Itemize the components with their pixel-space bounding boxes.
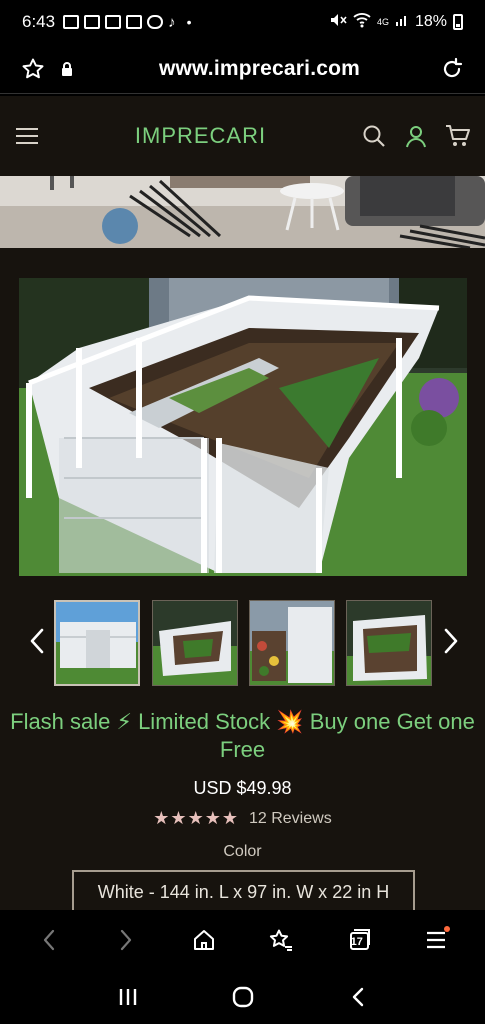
review-count[interactable]: 12 Reviews xyxy=(249,810,332,828)
reload-icon[interactable] xyxy=(439,56,465,82)
hero-banner-image xyxy=(0,176,485,248)
system-nav-bar xyxy=(0,970,485,1024)
notification-icon xyxy=(105,15,122,29)
thumbnail-1[interactable] xyxy=(54,600,140,686)
back-icon[interactable] xyxy=(29,920,69,960)
variant-selected-value: White - 144 in. L x 97 in. W x 22 in H xyxy=(97,881,390,902)
notification-icon xyxy=(84,15,101,29)
notification-icon xyxy=(63,15,80,29)
chevron-left-icon[interactable] xyxy=(26,626,50,656)
browser-toolbar: 17 xyxy=(0,910,485,970)
thumbnail-2[interactable] xyxy=(152,600,238,686)
thumbnail-gallery xyxy=(0,600,485,686)
url-text[interactable]: www.imprecari.com xyxy=(80,57,439,81)
cloud-icon xyxy=(147,15,164,29)
rating-summary[interactable]: ★★★★★ 12 Reviews xyxy=(0,808,485,829)
status-time: 6:43 xyxy=(22,12,56,31)
chevron-right-icon[interactable] xyxy=(438,626,462,656)
cart-icon[interactable] xyxy=(445,123,471,149)
browser-url-bar: www.imprecari.com xyxy=(0,44,485,94)
notification-icons: ♪ • xyxy=(63,13,192,31)
site-header: IMPRECARI xyxy=(0,96,485,176)
tiktok-icon: ♪ xyxy=(168,13,176,31)
search-icon[interactable] xyxy=(361,123,387,149)
battery-percent: 18% xyxy=(414,13,447,30)
recent-apps-icon[interactable] xyxy=(108,977,148,1017)
thumbnail-4[interactable] xyxy=(346,600,432,686)
product-main-image[interactable] xyxy=(19,278,467,576)
home-circle-icon[interactable] xyxy=(223,977,263,1017)
thumbnail-3[interactable] xyxy=(249,600,335,686)
forward-icon[interactable] xyxy=(106,920,146,960)
rating-stars: ★★★★★ xyxy=(153,808,239,828)
signal-icon xyxy=(395,13,409,32)
variant-selector[interactable]: White - 144 in. L x 97 in. W x 22 in H xyxy=(72,870,415,914)
tab-count: 17 xyxy=(350,936,363,948)
status-bar: 6:43 ♪ • 4G 18% xyxy=(0,0,485,44)
home-icon[interactable] xyxy=(184,920,224,960)
system-back-icon[interactable] xyxy=(338,977,378,1017)
lock-icon[interactable] xyxy=(54,56,80,82)
more-menu-icon[interactable] xyxy=(416,920,456,960)
battery-icon xyxy=(453,14,463,30)
notification-icon xyxy=(126,15,143,29)
color-option-label: Color xyxy=(223,843,262,860)
notification-dot xyxy=(444,926,451,932)
promo-text: Flash sale ⚡ Limited Stock 💥 Buy one Get… xyxy=(10,709,475,762)
mute-icon xyxy=(329,12,347,33)
site-logo[interactable]: IMPRECARI xyxy=(40,123,361,149)
tabs-icon[interactable]: 17 xyxy=(339,920,379,960)
account-icon[interactable] xyxy=(403,123,429,149)
bookmarks-icon[interactable] xyxy=(261,920,301,960)
product-section: Flash sale ⚡ Limited Stock 💥 Buy one Get… xyxy=(0,248,485,914)
more-notifications-dot: • xyxy=(186,14,192,30)
star-outline-icon[interactable] xyxy=(20,56,46,82)
network-type: 4G xyxy=(376,17,389,27)
wifi-icon xyxy=(353,12,371,33)
product-price: USD $49.98 xyxy=(193,778,292,798)
menu-icon[interactable] xyxy=(14,123,40,149)
